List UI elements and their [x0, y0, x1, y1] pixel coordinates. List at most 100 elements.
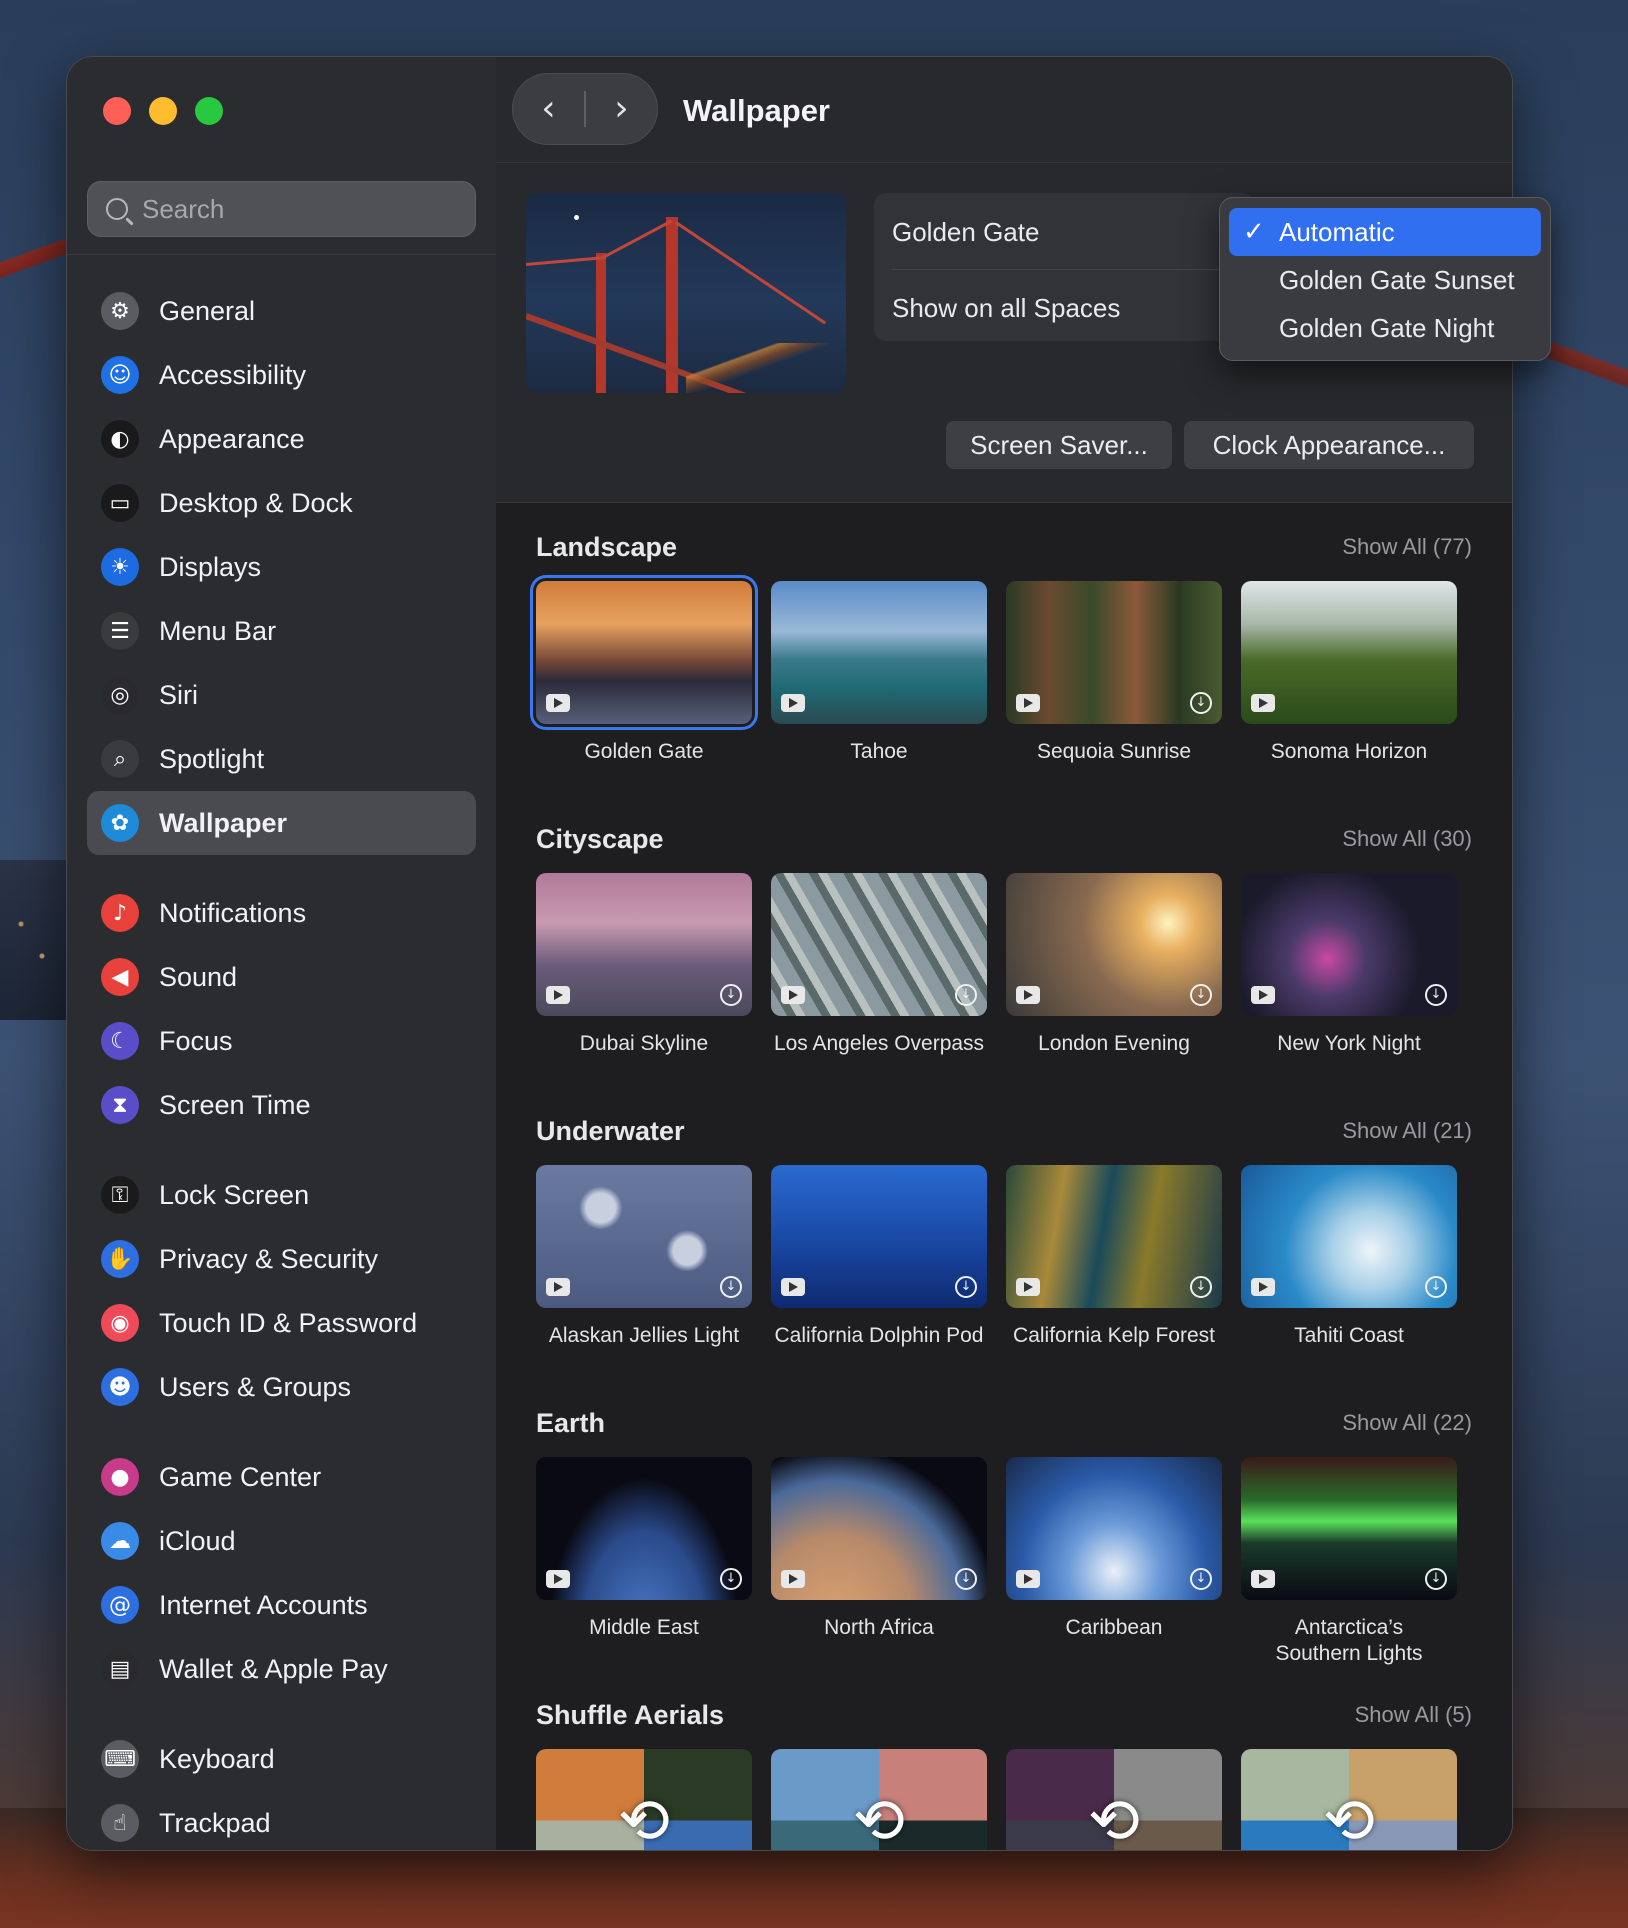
wallpaper-thumbnail-dubai-skyline[interactable]: ↓: [536, 873, 752, 1016]
wallpaper-thumbnail-new-york-night[interactable]: ↓: [1241, 873, 1457, 1016]
download-icon[interactable]: ↓: [955, 1276, 977, 1298]
sidebar-item-wallet-apple-pay[interactable]: ▤ Wallet & Apple Pay: [87, 1637, 476, 1701]
show-all-button[interactable]: Show All (77): [1342, 534, 1472, 560]
download-icon[interactable]: ↓: [720, 1568, 742, 1590]
gear-icon: ⚙: [101, 292, 139, 330]
wallpaper-thumbnail-shuffle-cityscape[interactable]: ↓⟲: [1006, 1749, 1222, 1850]
sidebar-item-appearance[interactable]: ◐ Appearance: [87, 407, 476, 471]
sidebar-item-internet-accounts[interactable]: @ Internet Accounts: [87, 1573, 476, 1637]
sidebar-item-label: Spotlight: [159, 743, 265, 774]
wallpaper-thumbnail-alaskan-jellies-light[interactable]: ↓: [536, 1165, 752, 1308]
download-icon[interactable]: ↓: [1190, 1276, 1212, 1298]
wallpaper-thumbnail-antarcticas-southern-lights[interactable]: ↓: [1241, 1457, 1457, 1600]
wallpaper-thumbnail-shuffle-landscape[interactable]: ⟲: [771, 1749, 987, 1850]
sidebar-item-focus[interactable]: ☾ Focus: [87, 1009, 476, 1073]
show-all-button[interactable]: Show All (5): [1355, 1702, 1472, 1728]
show-all-button[interactable]: Show All (22): [1342, 1410, 1472, 1436]
sidebar-divider: [67, 254, 496, 255]
download-icon[interactable]: ↓: [1425, 1568, 1447, 1590]
zoom-window-button[interactable]: [195, 97, 223, 125]
wallpaper-thumbnail-caribbean[interactable]: ↓: [1006, 1457, 1222, 1600]
sidebar-item-users-groups[interactable]: ☻ Users & Groups: [87, 1355, 476, 1419]
sidebar-item-displays[interactable]: ☀ Displays: [87, 535, 476, 599]
wallpaper-thumbnail-tahoe[interactable]: [771, 581, 987, 724]
checkmark-icon: ✓: [1243, 217, 1265, 247]
sidebar-item-keyboard[interactable]: ⌨ Keyboard: [87, 1727, 476, 1791]
download-icon[interactable]: ↓: [720, 1276, 742, 1298]
wallpaper-thumbnail-middle-east[interactable]: ↓: [536, 1457, 752, 1600]
wallpaper-caption: California Kelp Forest: [1013, 1324, 1215, 1347]
menu-option-automatic[interactable]: ✓ Automatic: [1229, 208, 1541, 256]
wallpaper-thumbnail-london-evening[interactable]: ↓: [1006, 873, 1222, 1016]
download-icon[interactable]: ↓: [720, 984, 742, 1006]
sidebar-item-spotlight[interactable]: ⌕ Spotlight: [87, 727, 476, 791]
download-icon[interactable]: ↓: [955, 984, 977, 1006]
appearance-icon: ◐: [101, 420, 139, 458]
wallpaper-thumbnail-shuffle-underwater[interactable]: ↓⟲: [1241, 1749, 1457, 1850]
sidebar-item-label: Appearance: [159, 423, 305, 454]
siri-icon: ◎: [101, 676, 139, 714]
sidebar-item-privacy-security[interactable]: ✋ Privacy & Security: [87, 1227, 476, 1291]
minimize-window-button[interactable]: [149, 97, 177, 125]
download-icon[interactable]: ↓: [1425, 984, 1447, 1006]
download-icon[interactable]: ↓: [955, 1568, 977, 1590]
sidebar-item-screen-time[interactable]: ⧗ Screen Time: [87, 1073, 476, 1137]
play-icon: [781, 1278, 805, 1296]
section-landscape: Landscape Show All (77) Golden Gate Tahoe ↓ S…: [496, 504, 1512, 794]
wallpaper-thumbnail-sonoma-horizon[interactable]: [1241, 581, 1457, 724]
close-window-button[interactable]: [103, 97, 131, 125]
menu-option-label: Golden Gate Night: [1279, 312, 1495, 343]
section-title: Earth: [536, 1408, 606, 1438]
clock-appearance-button[interactable]: Clock Appearance...: [1184, 421, 1474, 469]
wallpaper-thumbnail-california-dolphin-pod[interactable]: ↓: [771, 1165, 987, 1308]
wallpaper-name-label: Golden Gate: [892, 217, 1040, 247]
sidebar-item-label: iCloud: [159, 1525, 236, 1556]
sidebar-nav: ⚙ General ☺ Accessibility ◐ Appearance ▭ Deskto…: [87, 279, 476, 1850]
wallpaper-thumbnail-sequoia-sunrise[interactable]: ↓: [1006, 581, 1222, 724]
wallpaper-thumbnail-los-angeles-overpass[interactable]: ↓: [771, 873, 987, 1016]
section-title: Landscape: [536, 532, 678, 562]
download-icon[interactable]: ↓: [1190, 1568, 1212, 1590]
wallpaper-thumbnail-shuffle-all[interactable]: ⟲: [536, 1749, 752, 1850]
sidebar-item-notifications[interactable]: ♪ Notifications: [87, 881, 476, 945]
menu-option-golden-gate-sunset[interactable]: Golden Gate Sunset: [1229, 256, 1541, 304]
preview-cable-2: [600, 219, 673, 260]
forward-button[interactable]: ›: [586, 91, 657, 127]
sidebar-item-desktop-dock[interactable]: ▭ Desktop & Dock: [87, 471, 476, 535]
show-all-button[interactable]: Show All (21): [1342, 1118, 1472, 1144]
sidebar-item-menu-bar[interactable]: ☰ Menu Bar: [87, 599, 476, 663]
sidebar-item-siri[interactable]: ◎ Siri: [87, 663, 476, 727]
sidebar-item-general[interactable]: ⚙ General: [87, 279, 476, 343]
download-icon[interactable]: ↓: [1190, 984, 1212, 1006]
sidebar-item-label: Internet Accounts: [159, 1589, 368, 1620]
sidebar-item-touch-id-password[interactable]: ◉ Touch ID & Password: [87, 1291, 476, 1355]
search-field[interactable]: [87, 181, 476, 237]
wallpaper-thumbnail-golden-gate[interactable]: [536, 581, 752, 724]
sidebar-item-trackpad[interactable]: ☝ Trackpad: [87, 1791, 476, 1850]
sidebar-item-lock-screen[interactable]: ⚿ Lock Screen: [87, 1163, 476, 1227]
sidebar-item-label: Accessibility: [159, 359, 307, 390]
play-icon: [1016, 694, 1040, 712]
back-button[interactable]: ‹: [513, 91, 584, 127]
wallpaper-thumbnail-tahiti-coast[interactable]: ↓: [1241, 1165, 1457, 1308]
wallpaper-thumbnail-california-kelp-forest[interactable]: ↓: [1006, 1165, 1222, 1308]
sound-icon: ◀: [101, 958, 139, 996]
sidebar-item-wallpaper[interactable]: ✿ Wallpaper: [87, 791, 476, 855]
download-icon[interactable]: ↓: [1425, 1276, 1447, 1298]
sidebar-item-icloud[interactable]: ☁ iCloud: [87, 1509, 476, 1573]
play-icon: [1251, 1278, 1275, 1296]
sidebar-item-accessibility[interactable]: ☺ Accessibility: [87, 343, 476, 407]
wallpaper-thumbnail-north-africa[interactable]: ↓: [771, 1457, 987, 1600]
search-icon: [106, 198, 128, 220]
sidebar-item-sound[interactable]: ◀ Sound: [87, 945, 476, 1009]
search-input[interactable]: [142, 193, 442, 225]
shuffle-icon: ⟲: [1088, 1784, 1140, 1851]
menu-option-golden-gate-night[interactable]: Golden Gate Night: [1229, 304, 1541, 352]
wallpaper-variant-menu: ✓ Automatic Golden Gate Sunset Golden Gate …: [1219, 197, 1551, 361]
show-all-button[interactable]: Show All (30): [1342, 826, 1472, 852]
screen-saver-button[interactable]: Screen Saver...: [946, 421, 1172, 469]
sidebar-item-game-center[interactable]: ● Game Center: [87, 1445, 476, 1509]
download-icon[interactable]: ↓: [1190, 692, 1212, 714]
thumbnail-row: ↓ Alaskan Jellies Light ↓ California Dolphi…: [536, 1165, 1512, 1365]
